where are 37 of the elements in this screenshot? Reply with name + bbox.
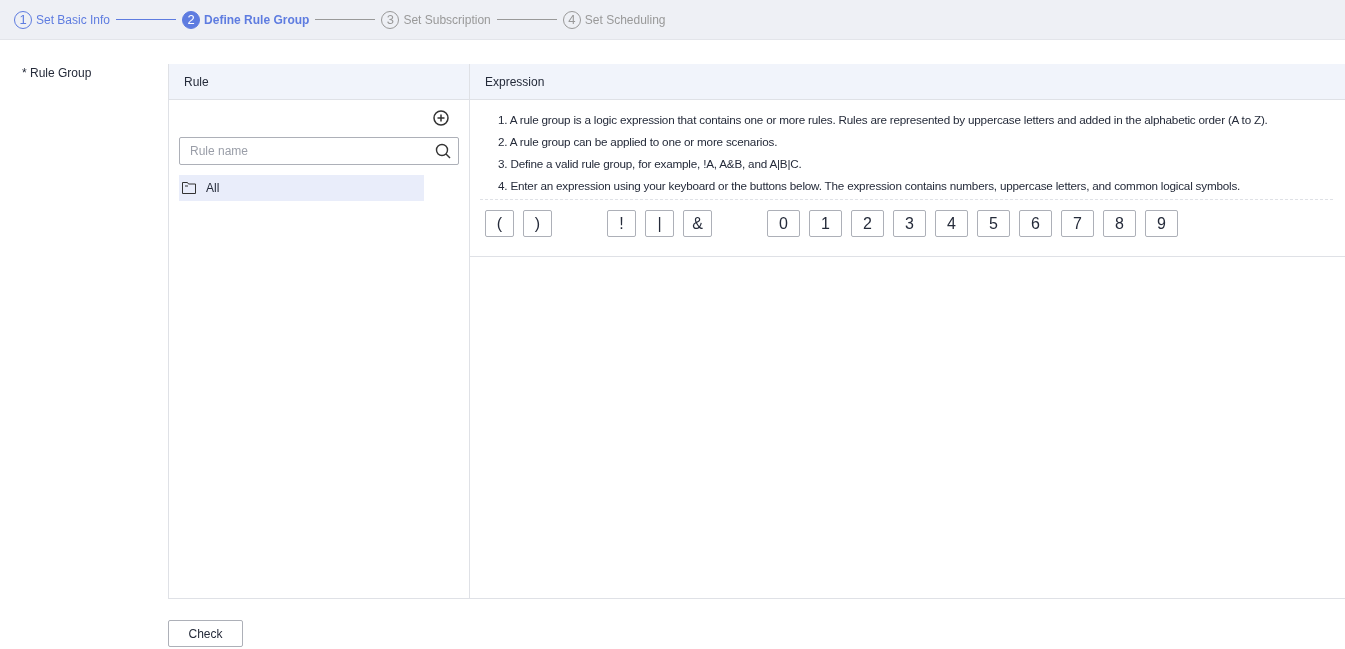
symbol-key[interactable]: 6 xyxy=(1019,210,1052,237)
instruction-text: 4. Enter an expression using your keyboard or the buttons below. The expression contains numbers, uppercase letters, and common logical symbols. xyxy=(497,178,1242,194)
instruction-text: 3. Define a valid rule group, for example, !A, A&B, and A|B|C. xyxy=(497,156,803,172)
folder-icon xyxy=(182,182,196,194)
symbol-key[interactable]: 0 xyxy=(767,210,800,237)
field-label: * Rule Group xyxy=(21,65,93,82)
step-label: Set Basic Info xyxy=(36,12,111,27)
symbol-key[interactable]: 3 xyxy=(893,210,926,237)
symbol-key[interactable]: & xyxy=(683,210,712,237)
tree-item[interactable]: All xyxy=(179,175,424,201)
check-button[interactable]: Check xyxy=(168,620,243,647)
column-header: Expression xyxy=(470,64,1345,100)
instruction-text: 1. A rule group is a logic expression that contains one or more rules. Rules are represented by uppercase letters and added in the alphabetic order (A to Z). xyxy=(497,112,1269,128)
column-header: Rule xyxy=(169,64,469,100)
step-number: 2 xyxy=(182,10,201,29)
step-connector xyxy=(116,19,177,20)
symbol-key[interactable]: ! xyxy=(607,210,636,237)
symbol-key[interactable]: 9 xyxy=(1145,210,1178,237)
symbol-key[interactable]: | xyxy=(645,210,674,237)
symbol-key[interactable]: 2 xyxy=(851,210,884,237)
symbol-key[interactable]: 7 xyxy=(1061,210,1094,237)
add-icon[interactable] xyxy=(433,110,449,126)
step-connector xyxy=(315,19,376,20)
search-icon[interactable] xyxy=(435,143,451,159)
step-connector xyxy=(496,19,557,20)
instruction-text: 2. A rule group can be applied to one or more scenarios. xyxy=(497,134,779,150)
symbol-key[interactable]: 1 xyxy=(809,210,842,237)
symbol-key[interactable]: 4 xyxy=(935,210,968,237)
symbol-key[interactable]: ( xyxy=(485,210,514,237)
symbol-key[interactable]: ) xyxy=(523,210,552,237)
symbol-key[interactable]: 8 xyxy=(1103,210,1136,237)
symbol-key[interactable]: 5 xyxy=(977,210,1010,237)
step-label: Define Rule Group xyxy=(204,12,310,27)
search-field[interactable]: Rule name xyxy=(179,137,459,165)
step-label: Set Scheduling xyxy=(584,12,666,27)
step-label: Set Subscription xyxy=(403,12,491,27)
tree-item-label: All xyxy=(206,181,220,195)
